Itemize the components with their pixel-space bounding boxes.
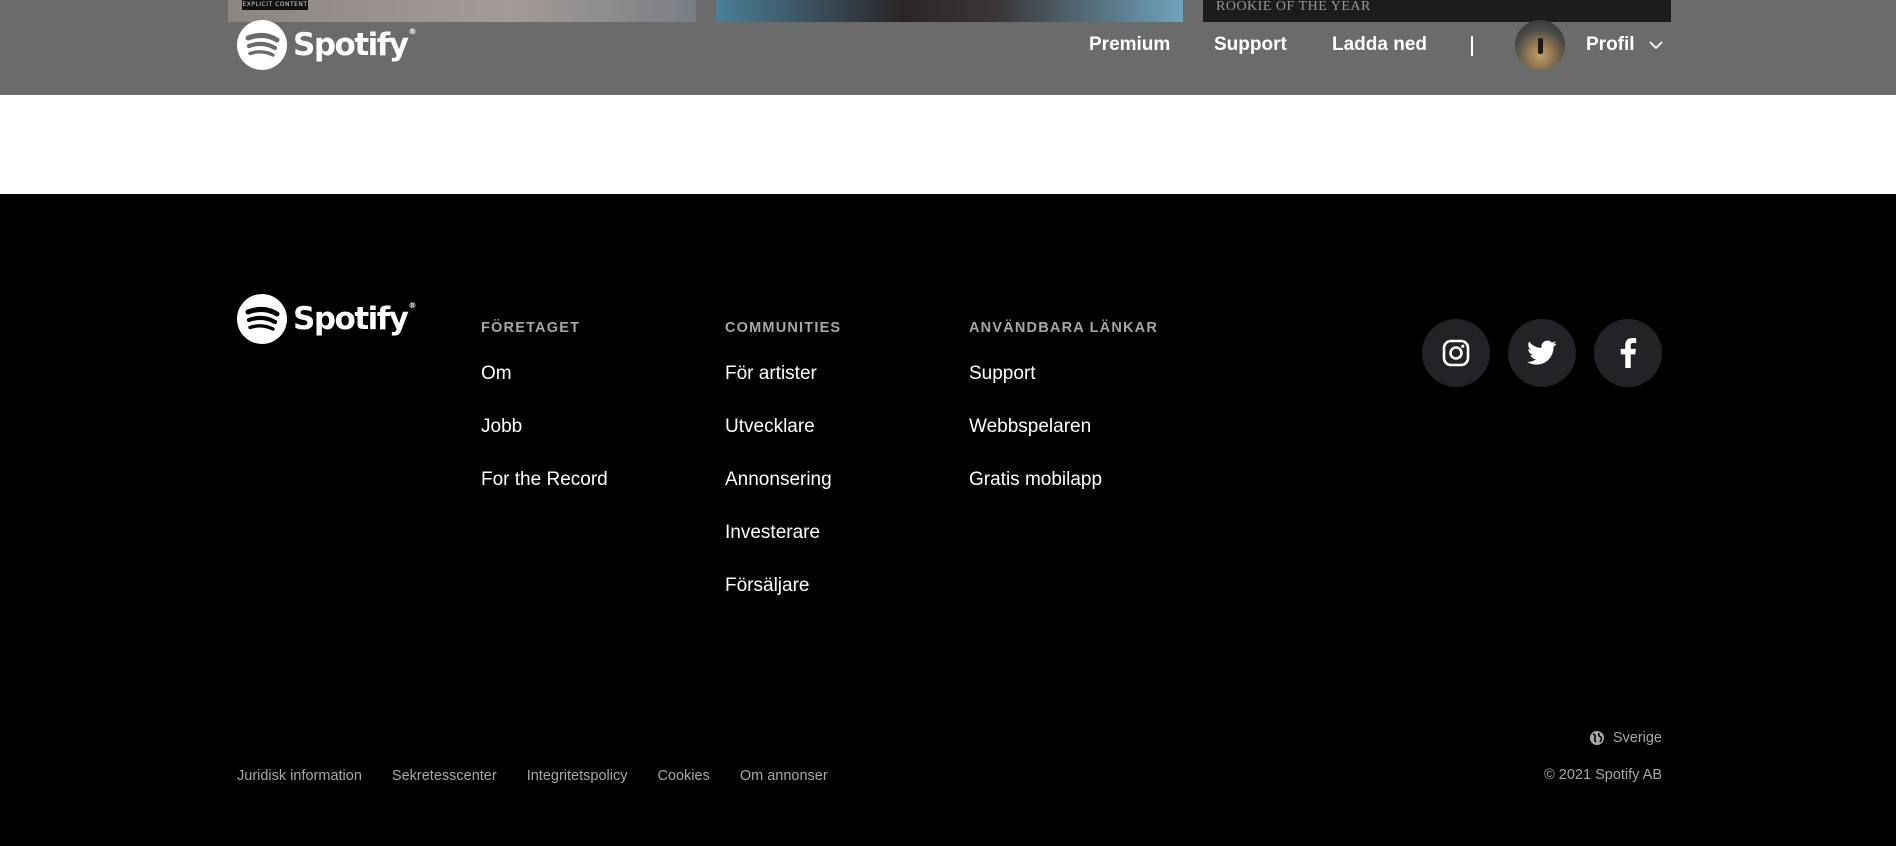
footer-link-vendors[interactable]: Försäljare [725, 575, 841, 628]
twitter-icon [1527, 340, 1557, 365]
legal-link-privacy-policy[interactable]: Integritetspolicy [527, 768, 628, 784]
album-art-2[interactable] [716, 0, 1183, 22]
globe-icon [1589, 731, 1604, 745]
footer-link-artists[interactable]: För artister [725, 363, 841, 416]
footer-link-free-mobile-app[interactable]: Gratis mobilapp [969, 469, 1158, 522]
instagram-button[interactable] [1422, 319, 1490, 387]
footer-link-web-player[interactable]: Webbspelaren [969, 416, 1158, 469]
twitter-button[interactable] [1508, 319, 1576, 387]
spotify-logo-text: Spotify® [293, 27, 416, 63]
footer-link-jobs[interactable]: Jobb [481, 416, 608, 469]
nav-divider [1471, 36, 1473, 56]
chevron-down-icon [1648, 40, 1663, 49]
footer-link-investors[interactable]: Investerare [725, 522, 841, 575]
content-area [0, 95, 1896, 194]
facebook-button[interactable] [1594, 319, 1662, 387]
footer-link-support[interactable]: Support [969, 363, 1158, 416]
spotify-logo[interactable]: Spotify® [237, 20, 416, 70]
album-art-caption: ROOKIE OF THE YEAR [1216, 0, 1371, 14]
legal-link-cookies[interactable]: Cookies [657, 768, 709, 784]
nav-support[interactable]: Support [1214, 34, 1287, 56]
footer-column-useful-links: ANVÄNDBARA LÄNKAR Support Webbspelaren G… [969, 320, 1158, 522]
legal-links: Juridisk information Sekretesscenter Int… [237, 768, 828, 784]
legal-link-privacy-center[interactable]: Sekretesscenter [392, 768, 497, 784]
footer-link-advertising[interactable]: Annonsering [725, 469, 841, 522]
footer-link-developers[interactable]: Utvecklare [725, 416, 841, 469]
spotify-logo-icon [237, 20, 287, 70]
site-header: EXPLICIT CONTENT ROOKIE OF THE YEAR Spot… [0, 0, 1896, 95]
footer-link-about[interactable]: Om [481, 363, 608, 416]
footer-link-for-the-record[interactable]: For the Record [481, 469, 608, 522]
country-selector[interactable]: Sverige [1589, 730, 1662, 746]
spotify-logo-icon [237, 294, 287, 344]
nav-premium[interactable]: Premium [1089, 34, 1170, 56]
country-label: Sverige [1612, 730, 1662, 746]
spotify-logo-text: Spotify® [293, 301, 416, 337]
column-heading: FÖRETAGET [481, 320, 581, 336]
footer-column-communities: COMMUNITIES För artister Utvecklare Anno… [725, 320, 841, 628]
social-links [1422, 319, 1662, 387]
legal-link-legal-info[interactable]: Juridisk information [237, 768, 362, 784]
profile-label: Profil [1586, 34, 1635, 55]
instagram-icon [1442, 339, 1470, 367]
avatar[interactable] [1515, 20, 1565, 70]
column-heading: ANVÄNDBARA LÄNKAR [969, 320, 1159, 336]
explicit-badge: EXPLICIT CONTENT [242, 0, 308, 10]
column-heading: COMMUNITIES [725, 320, 842, 336]
footer-spotify-logo[interactable]: Spotify® [237, 294, 416, 344]
legal-link-about-ads[interactable]: Om annonser [740, 768, 828, 784]
nav-download[interactable]: Ladda ned [1332, 34, 1427, 56]
footer-column-company: FÖRETAGET Om Jobb For the Record [481, 320, 608, 522]
site-footer: Spotify® FÖRETAGET Om Jobb For the Recor… [0, 194, 1896, 846]
copyright: © 2021 Spotify AB [1544, 767, 1662, 783]
facebook-icon [1620, 338, 1637, 368]
profile-menu[interactable]: Profil [1586, 34, 1663, 56]
